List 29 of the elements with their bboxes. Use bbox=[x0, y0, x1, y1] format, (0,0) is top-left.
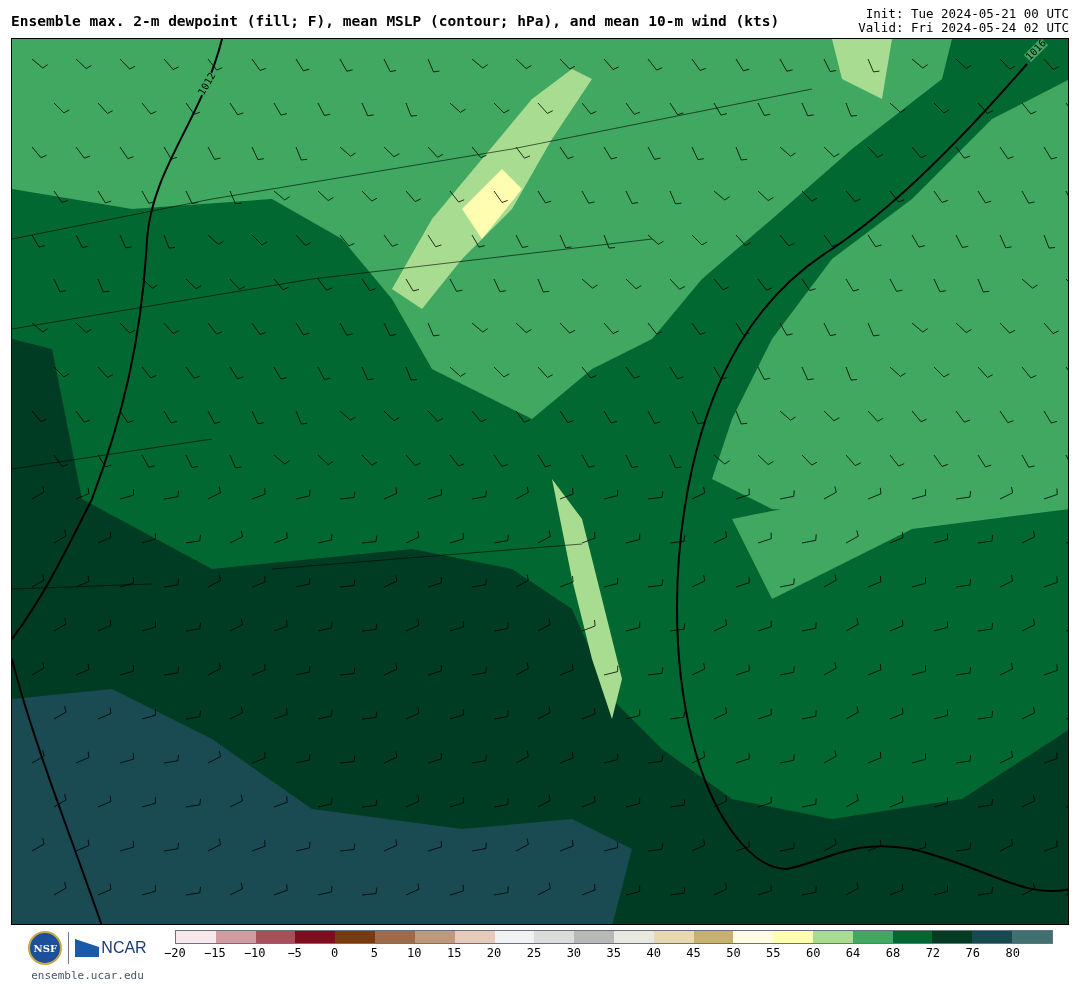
colorbar-tick-label: −15 bbox=[204, 947, 226, 959]
colorbar-tick-label: 45 bbox=[686, 947, 701, 959]
site-url: ensemble.ucar.edu bbox=[31, 968, 144, 984]
colorbar-tick-label: −10 bbox=[243, 947, 266, 959]
colorbar-tick-label: 72 bbox=[925, 947, 941, 959]
ncar-logo: NCAR bbox=[101, 938, 147, 958]
colorbar-tick-label: 64 bbox=[845, 947, 861, 959]
colorbar-tick-label: 15 bbox=[446, 947, 462, 959]
colorbar-tick-label: 0 bbox=[330, 947, 339, 959]
colorbar-tick-label: 40 bbox=[646, 947, 661, 959]
colorbar-tick-label: 5 bbox=[370, 947, 378, 959]
colorbar-tick-label: 20 bbox=[486, 947, 502, 959]
colorbar-tick-label: 25 bbox=[526, 947, 542, 959]
colorbar-tick-label: −5 bbox=[287, 947, 302, 959]
colorbar-tick-label: 76 bbox=[965, 947, 980, 959]
colorbar-tick-label: 35 bbox=[606, 947, 621, 959]
chart-title: Ensemble max. 2-m dewpoint (fill; F), mean MSLP (contour; hPa), and mean 10-m wind (kts) bbox=[11, 14, 780, 29]
colorbar-tick-label: 55 bbox=[766, 947, 781, 959]
init-time: Init: Tue 2024-05-21 00 UTC bbox=[865, 7, 1069, 21]
nsf-logo: NSF bbox=[28, 931, 63, 965]
colorbar-tick-label: 68 bbox=[885, 947, 901, 959]
colorbar-tick-label: 30 bbox=[566, 947, 582, 959]
colorbar-tick-label: 50 bbox=[726, 947, 741, 959]
colorbar-tick-label: 60 bbox=[805, 947, 821, 959]
colorbar-tick-label: 80 bbox=[1005, 947, 1020, 959]
colorbar-tick-label: 10 bbox=[407, 947, 422, 959]
ncar-logo-icon bbox=[75, 939, 100, 957]
colorbar-tick-label: −20 bbox=[164, 947, 186, 959]
valid-time: Valid: Fri 2024-05-24 02 UTC bbox=[858, 21, 1069, 35]
